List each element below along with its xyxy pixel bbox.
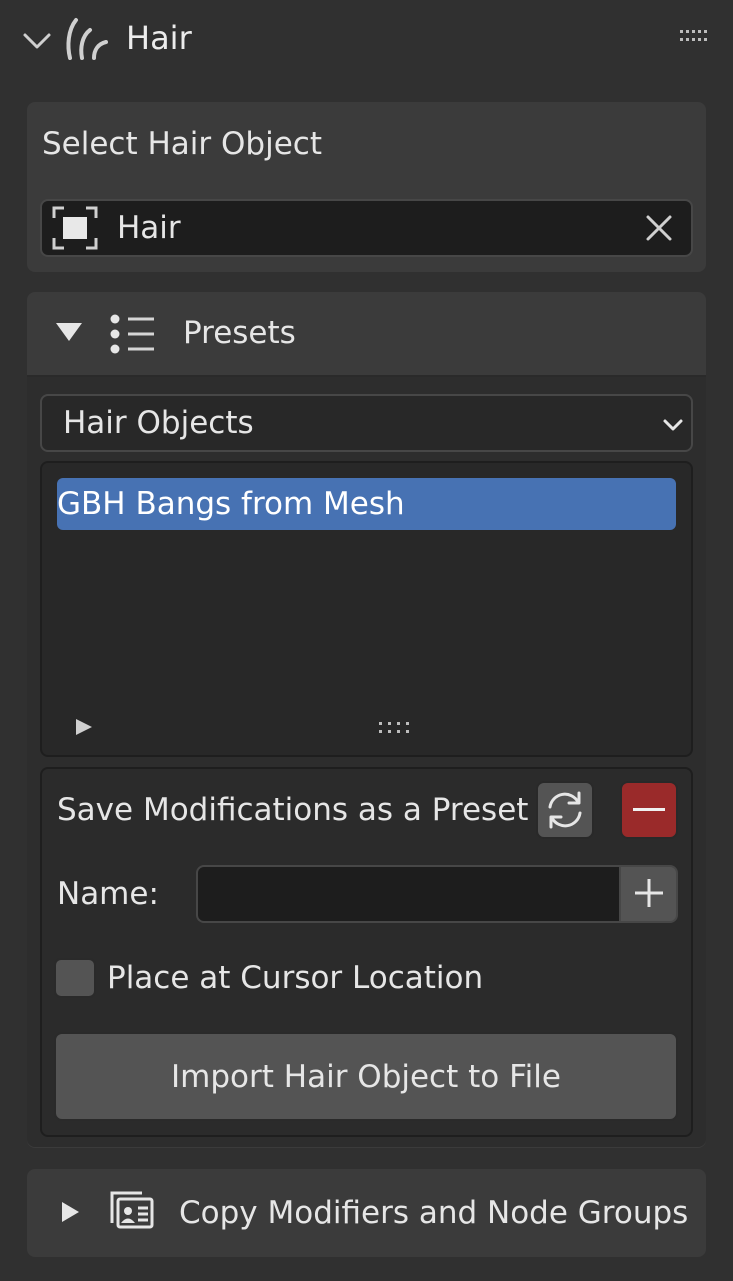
preset-list-icon (110, 314, 154, 354)
hair-object-value: Hair (117, 210, 181, 246)
select-hair-object-label: Select Hair Object (42, 126, 322, 162)
name-label: Name: (57, 876, 159, 912)
chevron-down-icon[interactable] (22, 30, 52, 52)
refresh-icon (548, 791, 582, 829)
place-at-cursor-checkbox[interactable] (54, 958, 96, 998)
close-icon[interactable] (645, 214, 673, 242)
node-group-icon (110, 1191, 154, 1229)
hair-curves-icon (66, 18, 108, 60)
divider (27, 375, 706, 377)
panel-title: Hair (126, 19, 192, 57)
triangle-right-icon[interactable] (60, 1200, 80, 1224)
drag-grip-icon[interactable] (680, 29, 710, 43)
plus-icon (635, 879, 663, 907)
triangle-down-icon[interactable] (55, 321, 83, 343)
list-item-label: GBH Bangs from Mesh (57, 486, 405, 522)
presets-title[interactable]: Presets (183, 313, 296, 353)
import-hair-object-label: Import Hair Object to File (171, 1059, 561, 1095)
triangle-right-icon[interactable] (74, 717, 94, 737)
minus-icon (633, 808, 665, 811)
resize-grip-icon[interactable] (378, 721, 412, 735)
preset-category-value: Hair Objects (63, 405, 254, 441)
place-at-cursor-label[interactable]: Place at Cursor Location (107, 958, 483, 998)
copy-modifiers-title[interactable]: Copy Modifiers and Node Groups (179, 1193, 688, 1233)
save-preset-label: Save Modifications as a Preset (57, 792, 529, 828)
chevron-down-icon (663, 419, 683, 431)
preset-name-input[interactable] (196, 865, 620, 923)
object-icon (52, 206, 98, 250)
